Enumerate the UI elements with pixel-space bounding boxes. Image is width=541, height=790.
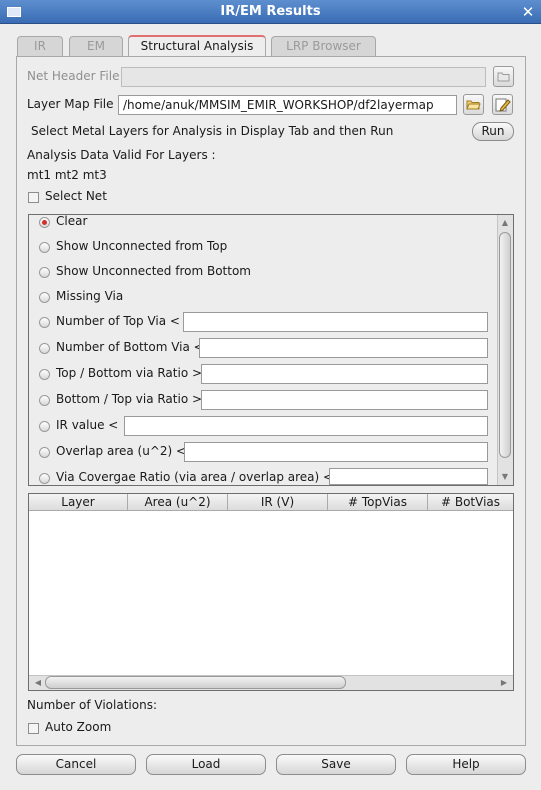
option-bottom-via-count-radio[interactable] [39, 343, 50, 354]
violations-label: Number of Violations: [27, 698, 157, 712]
top-bottom-ratio-field[interactable] [201, 364, 488, 384]
option-top-via-count-label: Number of Top Via < [56, 314, 180, 328]
column-header-bot-vias[interactable]: # BotVias [428, 494, 513, 511]
help-button[interactable]: Help [406, 754, 526, 775]
folder-open-icon [466, 100, 481, 110]
layer-map-edit-button[interactable] [492, 94, 513, 115]
option-missing-via-label: Missing Via [56, 289, 124, 303]
column-header-layer[interactable]: Layer [29, 494, 128, 511]
column-header-top-vias[interactable]: # TopVias [328, 494, 428, 511]
auto-zoom-checkbox[interactable] [28, 723, 39, 734]
scroll-up-arrow-icon[interactable]: ▲ [497, 217, 513, 229]
scroll-right-arrow-icon[interactable]: ▶ [496, 677, 512, 689]
folder-icon [497, 72, 510, 82]
scroll-left-arrow-icon[interactable]: ◀ [30, 677, 46, 689]
option-unconnected-bottom-label: Show Unconnected from Bottom [56, 264, 251, 278]
analysis-valid-label: Analysis Data Valid For Layers : [27, 148, 216, 162]
option-clear-radio[interactable] [39, 217, 50, 228]
option-unconnected-bottom-radio[interactable] [39, 267, 50, 278]
column-header-ir[interactable]: IR (V) [228, 494, 328, 511]
option-clear-label: Clear [56, 214, 88, 228]
option-ir-value-label: IR value < [56, 418, 119, 432]
net-header-browse-button[interactable] [493, 66, 514, 87]
edit-icon [495, 98, 511, 112]
option-top-via-count-radio[interactable] [39, 317, 50, 328]
auto-zoom-label: Auto Zoom [45, 720, 112, 734]
via-coverage-field[interactable] [329, 468, 488, 485]
option-bottom-top-ratio-radio[interactable] [39, 395, 50, 406]
tab-ir[interactable]: IR [17, 36, 63, 56]
net-header-field[interactable] [121, 67, 486, 87]
option-unconnected-top-label: Show Unconnected from Top [56, 239, 228, 253]
tab-em[interactable]: EM [69, 36, 123, 56]
option-missing-via-radio[interactable] [39, 292, 50, 303]
option-top-bottom-ratio-label: Top / Bottom via Ratio > [56, 366, 203, 380]
option-bottom-via-count-label: Number of Bottom Via < [56, 340, 204, 354]
ir-value-field[interactable] [124, 416, 488, 436]
overlap-area-field[interactable] [184, 442, 488, 462]
close-icon[interactable]: ✕ [520, 4, 536, 20]
window-title: IR/EM Results [220, 4, 321, 19]
cancel-button[interactable]: Cancel [16, 754, 136, 775]
option-overlap-area-radio[interactable] [39, 447, 50, 458]
run-button[interactable]: Run [472, 122, 514, 141]
instruction-text: Select Metal Layers for Analysis in Disp… [31, 124, 394, 138]
option-unconnected-top-radio[interactable] [39, 242, 50, 253]
option-overlap-area-label: Overlap area (u^2) < [56, 444, 187, 458]
scroll-down-arrow-icon[interactable]: ▼ [497, 471, 513, 483]
save-button[interactable]: Save [276, 754, 396, 775]
option-via-coverage-label: Via Covergae Ratio (via area / overlap a… [56, 470, 334, 484]
options-scroll-thumb[interactable] [499, 232, 511, 458]
tab-structural-analysis[interactable]: Structural Analysis [128, 35, 266, 57]
results-table [28, 493, 514, 691]
column-header-area[interactable]: Area (u^2) [128, 494, 228, 511]
valid-layers-text: mt1 mt2 mt3 [27, 168, 107, 182]
table-scroll-thumb[interactable] [45, 676, 346, 689]
layer-map-browse-button[interactable] [463, 94, 484, 115]
bottom-via-count-field[interactable] [199, 338, 488, 358]
layer-map-field[interactable]: /home/anuk/MMSIM_EMIR_WORKSHOP/df2layerm… [118, 95, 457, 115]
top-via-count-field[interactable] [183, 312, 488, 332]
select-net-checkbox[interactable] [28, 192, 39, 203]
option-top-bottom-ratio-radio[interactable] [39, 369, 50, 380]
net-header-label: Net Header File [27, 69, 120, 83]
load-button[interactable]: Load [146, 754, 266, 775]
layer-map-label: Layer Map File [27, 97, 114, 111]
option-ir-value-radio[interactable] [39, 421, 50, 432]
option-bottom-top-ratio-label: Bottom / Top via Ratio > [56, 392, 203, 406]
select-net-label: Select Net [45, 189, 107, 203]
bottom-top-ratio-field[interactable] [201, 390, 488, 410]
option-via-coverage-radio[interactable] [39, 473, 50, 484]
tab-lrp-browser[interactable]: LRP Browser [271, 36, 376, 56]
